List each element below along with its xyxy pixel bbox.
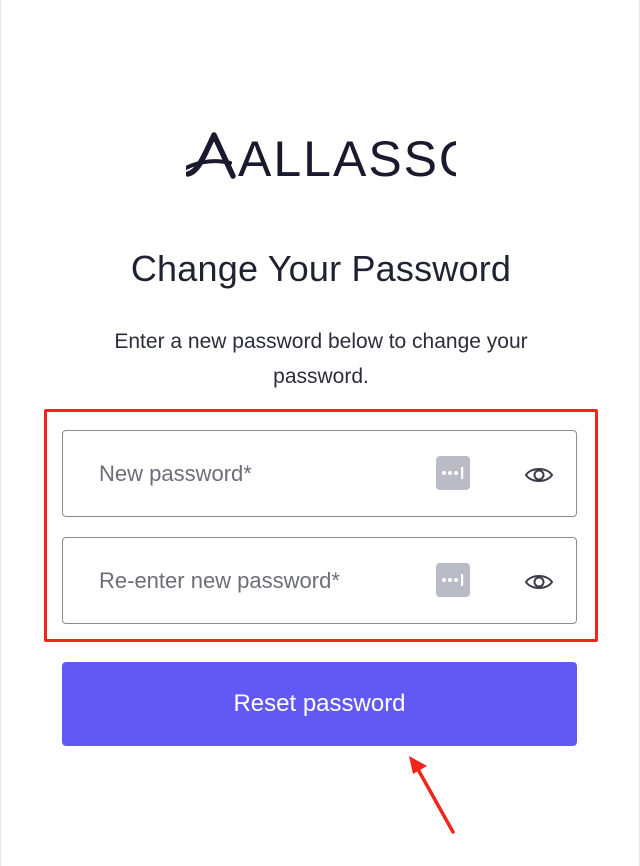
change-password-page: ALLASSO Change Your Password Enter a new…: [0, 0, 640, 866]
page-description: Enter a new password below to change you…: [114, 330, 528, 388]
confirm-password-input[interactable]: [99, 538, 419, 623]
allasso-logo: ALLASSO: [186, 131, 456, 182]
show-password-eye-icon[interactable]: [523, 566, 555, 598]
annotation-arrow-icon: [409, 756, 455, 834]
password-manager-icon[interactable]: [436, 563, 470, 597]
confirm-password-field: [62, 537, 577, 624]
reset-password-button[interactable]: Reset password: [62, 662, 577, 746]
new-password-field: [62, 430, 577, 517]
password-manager-icon[interactable]: [436, 456, 470, 490]
new-password-input[interactable]: [99, 431, 419, 516]
logo-wordmark: ALLASSO: [238, 131, 456, 182]
show-password-eye-icon[interactable]: [523, 459, 555, 491]
page-title: Change Your Password: [130, 248, 512, 289]
brand-logo: ALLASSO: [1, 130, 640, 182]
